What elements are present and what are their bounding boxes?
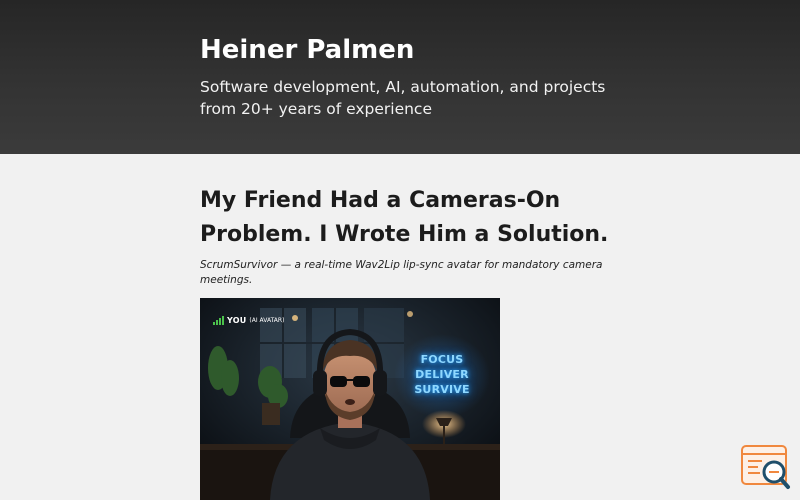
avatar-status-badge: YOU (AI AVATAR) <box>213 316 284 325</box>
neon-line: DELIVER <box>415 368 469 381</box>
signal-bars-icon <box>213 316 224 325</box>
neon-line: FOCUS <box>420 353 464 366</box>
post-subtitle: ScrumSurvivor — a real-time Wav2Lip lip-… <box>200 259 603 286</box>
neon-line: SURVIVE <box>414 383 470 396</box>
site-tagline: Software development, AI, automation, an… <box>200 78 606 118</box>
badge-label: YOU <box>227 316 247 325</box>
hero-image: YOU (AI AVATAR) FOCUS DELIVER SURVIVE <box>200 298 500 500</box>
neon-sign: FOCUS DELIVER SURVIVE <box>408 352 476 397</box>
search-document-icon <box>741 445 790 489</box>
badge-sublabel: (AI AVATAR) <box>249 317 285 324</box>
site-header: Heiner Palmen Software development, AI, … <box>0 0 800 154</box>
search-document-widget[interactable] <box>740 444 792 490</box>
site-title[interactable]: Heiner Palmen <box>200 33 414 67</box>
hero-illustration <box>200 298 500 500</box>
post-title[interactable]: My Friend Had a Cameras-On Problem. I Wr… <box>200 184 630 252</box>
